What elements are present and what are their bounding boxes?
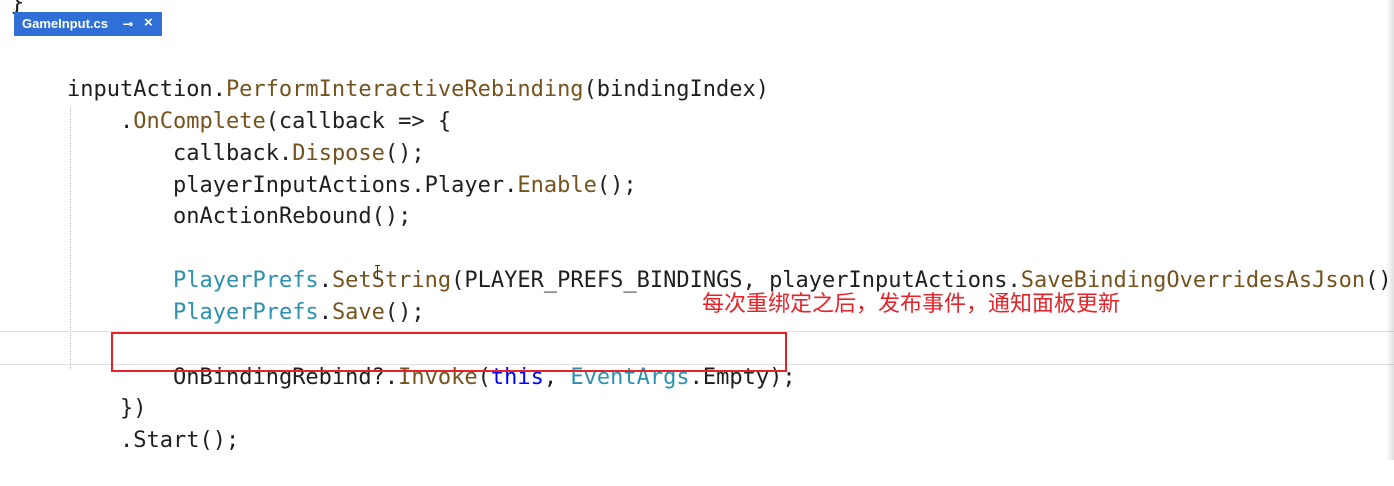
- property-name: Player: [424, 173, 505, 198]
- code-line-2[interactable]: .OnComplete(callback => {: [67, 77, 451, 134]
- constant-name: PLAYER_PREFS_BINDINGS: [464, 268, 743, 293]
- arguments: ();: [371, 204, 412, 229]
- file-tab-title: GameInput.cs: [22, 16, 108, 31]
- member-access: .: [318, 300, 332, 325]
- code-line-10[interactable]: .Start();: [67, 396, 239, 453]
- code-line-5[interactable]: onActionRebound();: [120, 172, 411, 229]
- type-name: PlayerPrefs: [172, 300, 319, 325]
- code-line-9[interactable]: }): [67, 364, 147, 421]
- arguments: ();: [596, 173, 637, 198]
- arguments: ();: [384, 300, 425, 325]
- pin-icon[interactable]: ⊸: [123, 17, 133, 31]
- arguments: ();: [199, 428, 240, 453]
- member-access: .: [411, 173, 425, 198]
- annotation-note: 每次重绑定之后，发布事件，通知面板更新: [702, 292, 1121, 317]
- scroll-edge-shadow: [1386, 0, 1394, 460]
- code-line-3[interactable]: callback.Dispose();: [120, 109, 425, 166]
- method-name: Enable: [517, 173, 597, 198]
- file-tab-gameinput[interactable]: GameInput.cs ⊸ ×: [14, 12, 162, 36]
- arguments: (bindingIndex): [583, 77, 769, 102]
- identifier: onActionRebound: [172, 204, 372, 229]
- member-access: .: [504, 173, 518, 198]
- code-line-6[interactable]: PlayerPrefs.SetString(PLAYER_PREFS_BINDI…: [120, 236, 1394, 293]
- code-line-4[interactable]: playerInputActions.Player.Enable();: [120, 141, 637, 198]
- code-line-1[interactable]: inputAction.PerformInteractiveRebinding(…: [14, 45, 769, 102]
- code-editor[interactable]: } GameInput.cs ⊸ × inputAction.PerformIn…: [0, 0, 1394, 460]
- method-name: Start: [133, 428, 200, 453]
- close-icon[interactable]: ×: [144, 15, 153, 31]
- method-name: Save: [331, 300, 385, 325]
- member-access: .: [119, 428, 134, 453]
- text-cursor-icon: [375, 265, 380, 279]
- highlight-box: [111, 332, 787, 372]
- paren: (: [451, 268, 465, 293]
- code-line-7[interactable]: PlayerPrefs.Save();: [120, 268, 425, 325]
